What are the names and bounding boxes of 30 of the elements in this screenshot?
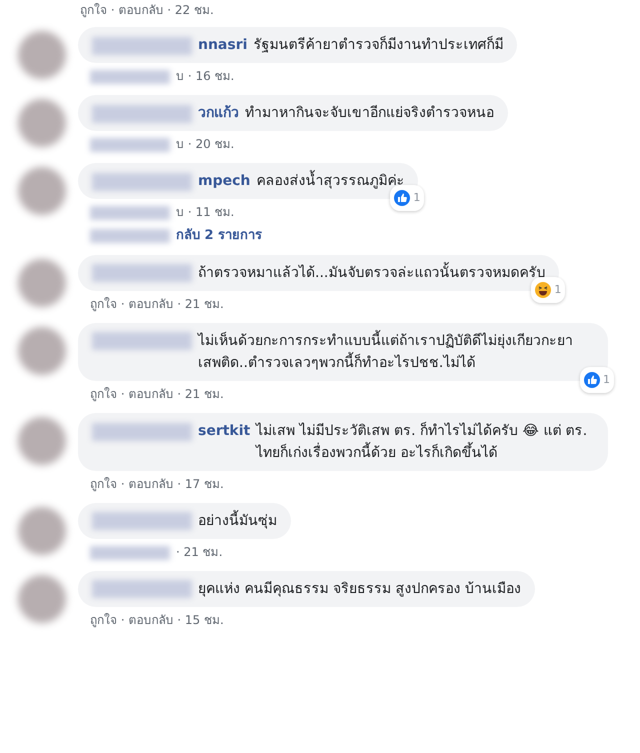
avatar bbox=[18, 575, 66, 623]
commenter-name[interactable]: sertkit bbox=[198, 420, 250, 442]
like-icon bbox=[584, 372, 600, 388]
comment-text: อย่างนี้มันซุ่ม bbox=[198, 510, 277, 532]
comment-meta: บ · 16 ชม. bbox=[176, 68, 234, 85]
comment-text: ทำมาหากินจะจับเขาอีกแย่จริงตำรวจหนอ bbox=[245, 104, 494, 123]
avatar bbox=[18, 99, 66, 147]
commenter-name[interactable]: วกแก้ว bbox=[198, 102, 239, 124]
avatar bbox=[18, 417, 66, 465]
comment-meta: ถูกใจ · ตอบกลับ · 21 ชม. bbox=[90, 296, 224, 313]
comment-meta: · 21 ชม. bbox=[176, 544, 223, 561]
commenter-name[interactable]: nnasri bbox=[198, 34, 248, 56]
comment-text: ไม่เสพ ไม่มีประวัติเสพ ตร. ก็ทำไรไม่ได้ครับ 😂 แต่ ตร. ไทยก็เก่งเรื่องพวกนี้ด้วย อะไรก็เกิดขึ้นได้ bbox=[256, 420, 588, 463]
comment-meta: ถูกใจ · ตอบกลับ · 17 ชม. bbox=[90, 476, 224, 493]
avatar bbox=[18, 31, 66, 79]
like-icon bbox=[394, 190, 410, 206]
avatar bbox=[18, 259, 66, 307]
comment-meta: บ · 20 ชม. bbox=[176, 136, 234, 153]
comment-meta: ถูกใจ · ตอบกลับ · 15 ชม. bbox=[90, 612, 224, 629]
commenter-name[interactable]: mpech bbox=[198, 170, 250, 192]
avatar bbox=[18, 507, 66, 555]
comment-text: รัฐมนตรีค้ายาตำรวจก็มีงานทำประเทศก็มี bbox=[253, 34, 504, 55]
avatar bbox=[18, 327, 66, 375]
laughing-face-icon bbox=[535, 282, 552, 298]
comment-meta: ถูกใจ · ตอบกลับ · 22 ชม. bbox=[80, 2, 215, 19]
comment-meta: บ · 11 ชม. bbox=[176, 204, 234, 221]
comment-meta: ถูกใจ · ตอบกลับ · 21 ชม. bbox=[90, 386, 224, 403]
avatar bbox=[18, 167, 66, 215]
comment-text: ยุคแห่ง คนมีคุณธรรม จริยธรรม สูงปกครอง บ้านเมือง bbox=[198, 580, 521, 599]
replies-link[interactable]: กลับ 2 รายการ bbox=[176, 224, 262, 245]
